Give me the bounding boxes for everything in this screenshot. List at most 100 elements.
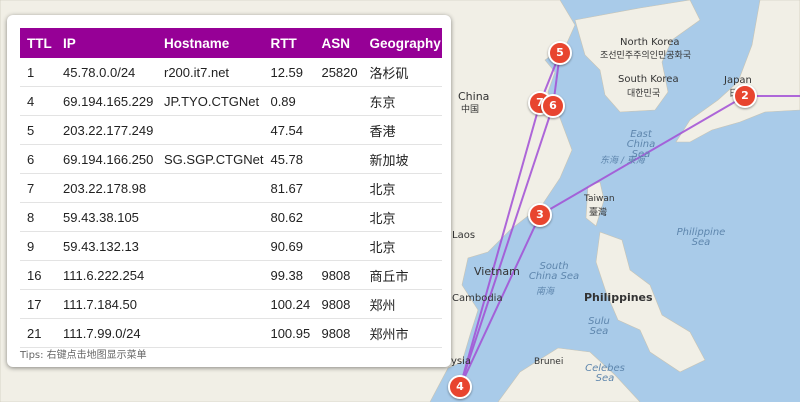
hop-marker-3[interactable]: 3 [528,203,552,227]
label-celebes-sea: Celebes Sea [585,363,625,384]
rtt-cell: 80.62 [263,202,315,232]
ip-cell: 59.43.38.105 [56,202,157,232]
rtt-cell: 0.89 [263,86,315,116]
table-row[interactable]: 6 69.194.166.250 SG.SGP.CTGNet 45.78 新加坡 [20,144,442,174]
geography-cell: 北京 [362,231,442,261]
label-south-china-sea: South China Sea [528,261,580,282]
rtt-cell: 100.95 [263,318,315,348]
table-body: 1 45.78.0.0/24 r200.it7.net 12.59 25820 洛杉矶 4 6… [20,58,442,348]
ttl-cell: 4 [20,86,56,116]
rtt-cell: 45.78 [263,144,315,174]
asn-cell: 9808 [314,318,363,348]
column-header-rtt: RTT [270,35,297,51]
table-row[interactable]: 9 59.43.132.13 90.69 北京 [20,231,442,261]
asn-cell [314,86,363,116]
ip-cell: 59.43.132.13 [56,231,157,261]
asn-cell: 9808 [314,289,363,319]
table-row[interactable]: 4 69.194.165.229 JP.TYO.CTGNet 0.89 东京 [20,86,442,116]
geography-cell: 新加坡 [362,144,442,174]
table-row[interactable]: 16 111.6.222.254 99.38 9808 商丘市 [20,260,442,290]
hostname-cell [157,289,264,319]
label-philippines: Philippines [584,291,653,304]
asn-cell [314,202,363,232]
column-header-hostname: Hostname [164,35,230,51]
label-taiwan: Taiwan [584,194,615,204]
hop-marker-5[interactable]: 5 [548,41,572,65]
label-cambodia: Cambodia [452,293,503,304]
column-header-ip: IP [63,35,76,51]
geography-cell: 北京 [362,173,442,203]
ttl-cell: 1 [20,58,56,87]
hostname-cell [157,231,264,261]
hostname-cell: SG.SGP.CTGNet [157,144,264,174]
ttl-cell: 17 [20,289,56,319]
hostname-cell [157,202,264,232]
asn-cell [314,115,363,145]
column-header-ttl: TTL [27,35,52,51]
geography-cell: 北京 [362,202,442,232]
rtt-cell: 99.38 [263,260,315,290]
rtt-cell: 81.67 [263,173,315,203]
hostname-cell: r200.it7.net [157,58,264,87]
geography-cell: 东京 [362,86,442,116]
asn-cell [314,144,363,174]
label-south-korea-local: 대한민국 [627,89,661,99]
geography-cell: 郑州市 [362,318,442,348]
label-taiwan-local: 臺灣 [589,208,608,218]
geography-cell: 商丘市 [362,260,442,290]
ip-cell: 69.194.165.229 [56,86,157,116]
hop-marker-6[interactable]: 6 [541,94,565,118]
ip-cell: 111.7.99.0/24 [56,318,157,348]
tips-text: Tips: 右键点击地图显示菜单 [20,350,147,361]
table-row[interactable]: 5 203.22.177.249 47.54 香港 [20,115,442,145]
label-malaysia: ysia [451,356,472,367]
ip-cell: 203.22.178.98 [56,173,157,203]
table-header-row: TTL IP Hostname RTT ASN Geography [20,28,442,58]
hostname-cell [157,115,264,145]
table-row[interactable]: 1 45.78.0.0/24 r200.it7.net 12.59 25820 洛杉矶 [20,58,442,87]
label-sulu-sea: Sulu Sea [588,316,610,337]
hop-marker-4[interactable]: 4 [448,375,472,399]
label-east-china-sea-local: 东海 / 東海 [600,156,645,166]
ttl-cell: 8 [20,202,56,232]
hostname-cell: JP.TYO.CTGNet [157,86,264,116]
label-philippine-sea: Philippine Sea [676,227,726,248]
ttl-cell: 6 [20,144,56,174]
hostname-cell [157,260,264,290]
ip-cell: 111.7.184.50 [56,289,157,319]
rtt-cell: 100.24 [263,289,315,319]
rtt-cell: 90.69 [263,231,315,261]
table-row[interactable]: 21 111.7.99.0/24 100.95 9808 郑州市 [20,318,442,348]
label-north-korea-local: 조선민주주의인민공화국 [600,51,692,61]
traceroute-table: TTL IP Hostname RTT ASN Geography 1 45.78… [20,28,442,348]
rtt-cell: 47.54 [263,115,315,145]
asn-cell [314,173,363,203]
ip-cell: 45.78.0.0/24 [56,58,157,87]
ip-cell: 203.22.177.249 [56,115,157,145]
label-north-korea: North Korea [620,37,680,48]
geography-cell: 洛杉矶 [362,58,442,87]
hostname-cell [157,173,264,203]
label-vietnam: Vietnam [474,265,520,278]
table-row[interactable]: 8 59.43.38.105 80.62 北京 [20,202,442,232]
ttl-cell: 7 [20,173,56,203]
ip-cell: 69.194.166.250 [56,144,157,174]
ttl-cell: 21 [20,318,56,348]
asn-cell: 25820 [314,58,363,87]
label-brunei: Brunei [534,357,564,367]
table-row[interactable]: 17 111.7.184.50 100.24 9808 郑州 [20,289,442,319]
hop-marker-2[interactable]: 2 [733,84,757,108]
label-south-china-sea-local: 南海 [536,287,555,297]
ttl-cell: 5 [20,115,56,145]
column-header-asn: ASN [321,35,350,51]
table-row[interactable]: 7 203.22.178.98 81.67 北京 [20,173,442,203]
geography-cell: 郑州 [362,289,442,319]
hostname-cell [157,318,264,348]
label-laos: Laos [452,230,476,241]
label-china-local: 中国 [461,105,480,115]
asn-cell [314,231,363,261]
ttl-cell: 16 [20,260,56,290]
ttl-cell: 9 [20,231,56,261]
asn-cell: 9808 [314,260,363,290]
geography-cell: 香港 [362,115,442,145]
